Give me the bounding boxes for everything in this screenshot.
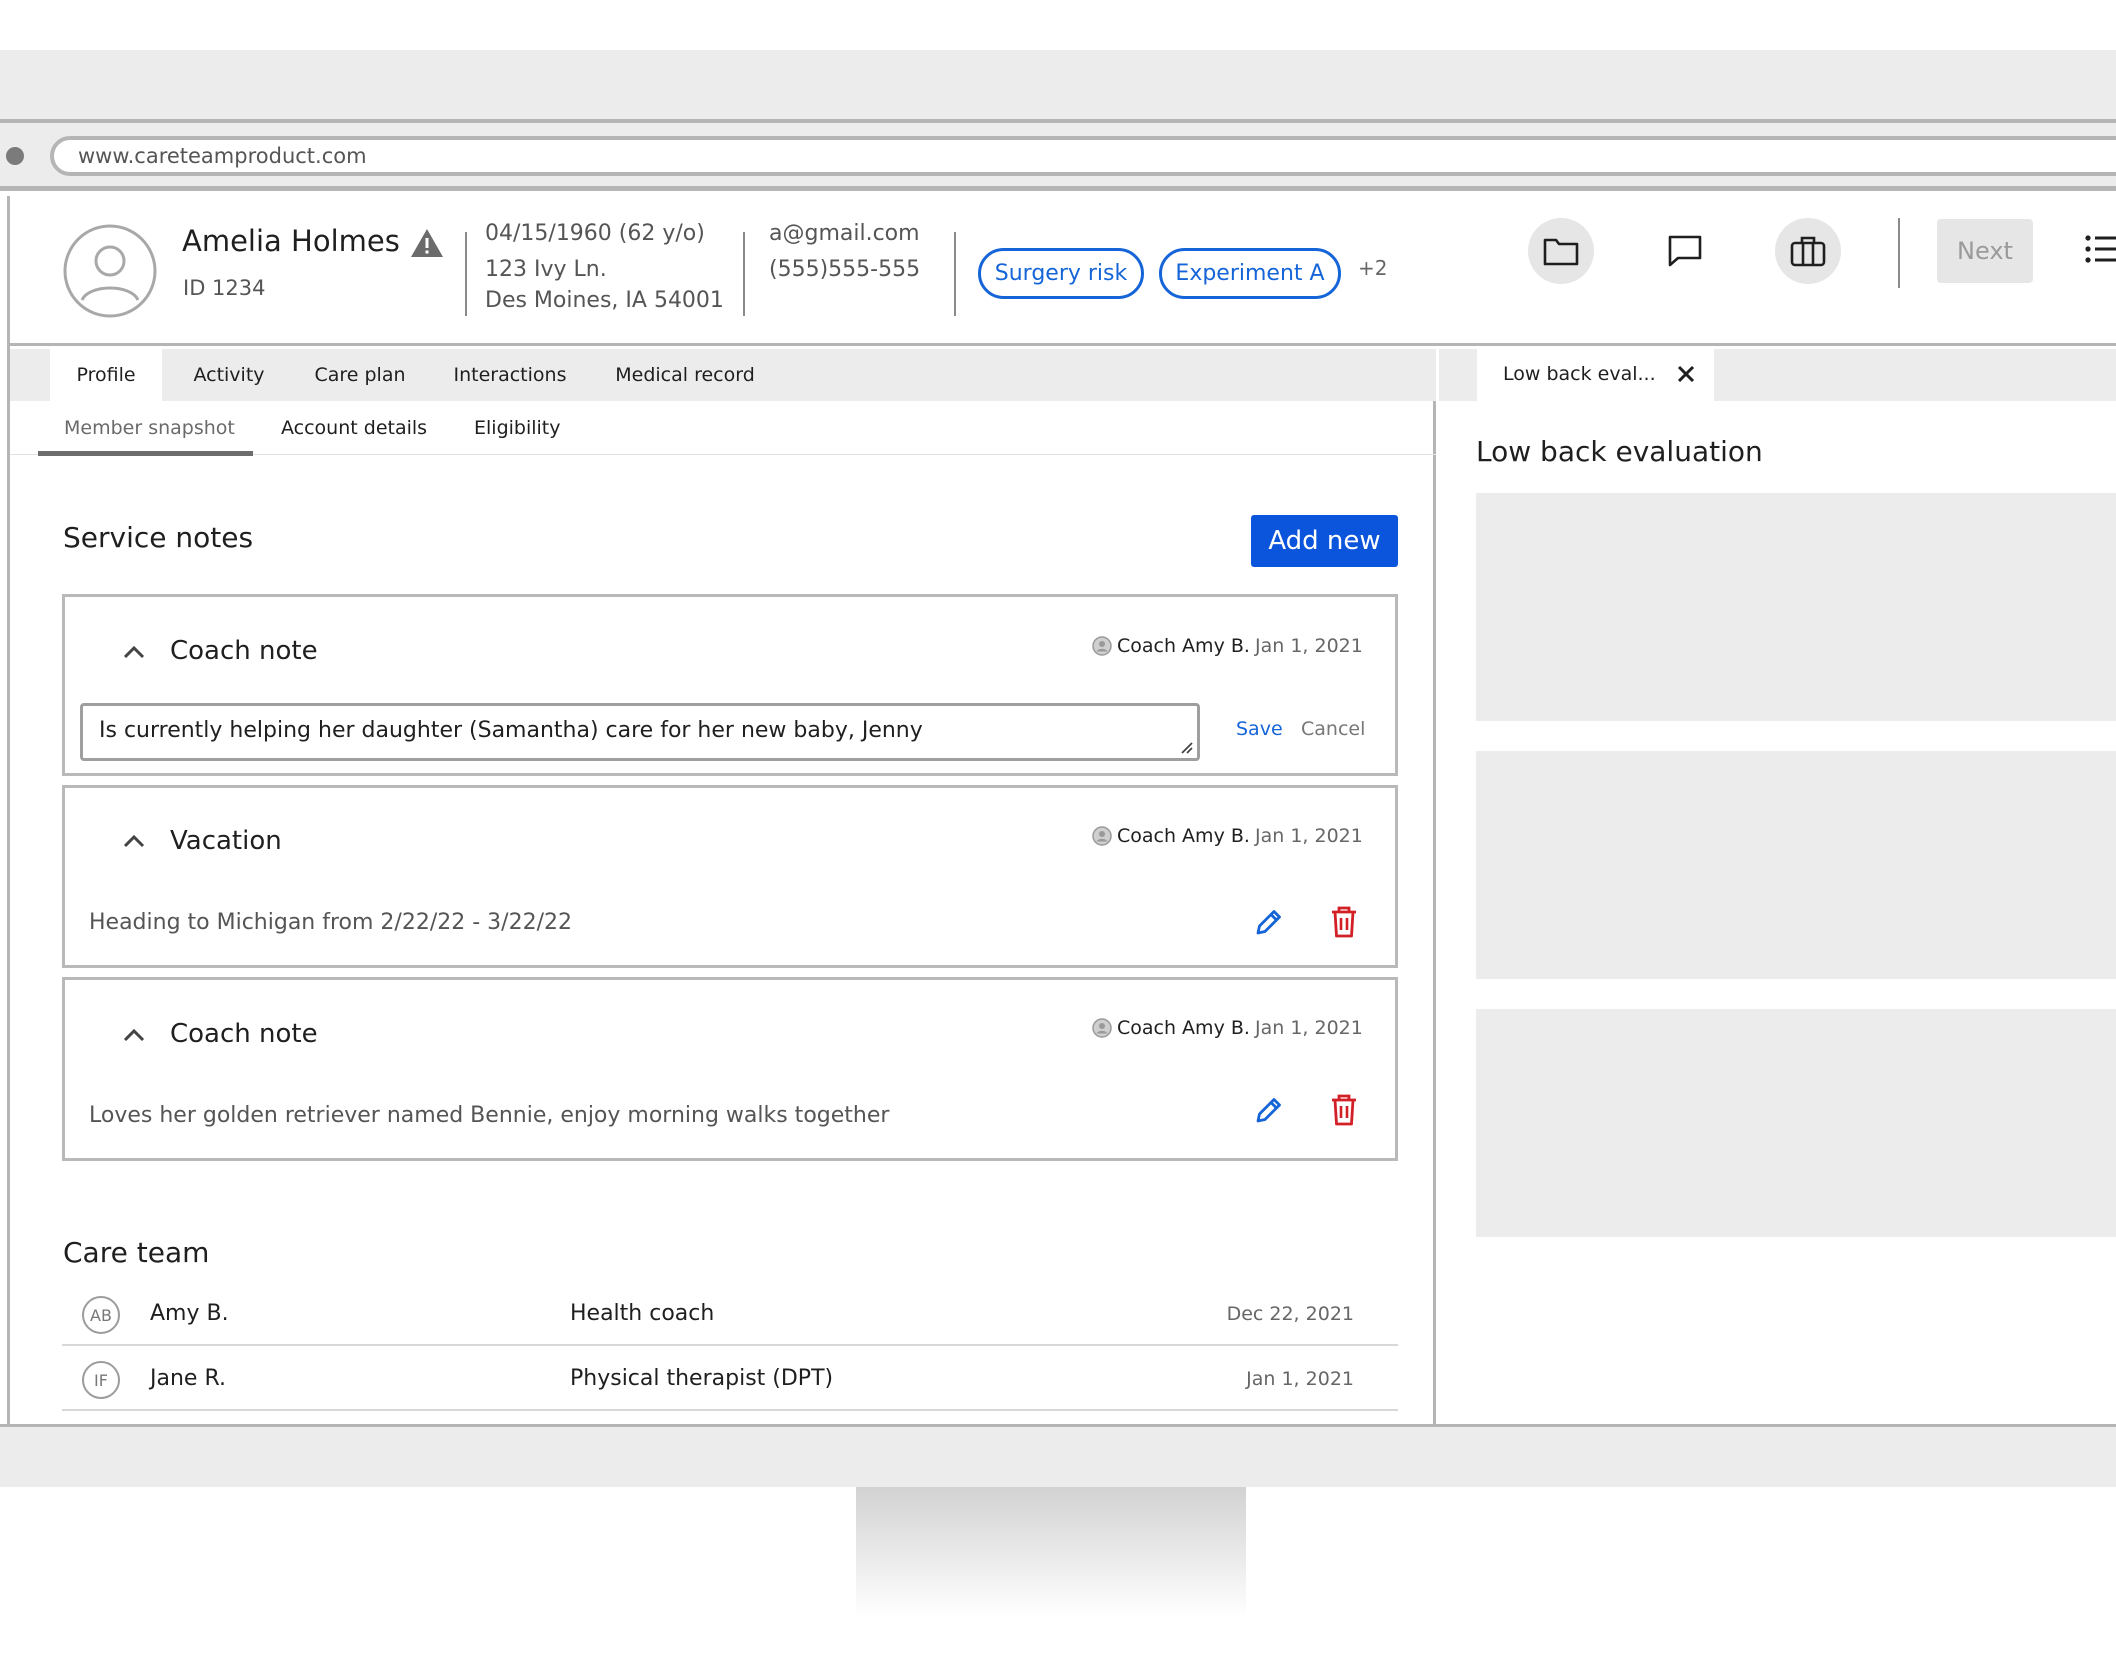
side-panel-title: Low back evaluation — [1476, 435, 1763, 468]
subtab-account-details[interactable]: Account details — [281, 417, 427, 439]
note-text-input[interactable]: Is currently helping her daughter (Saman… — [80, 703, 1200, 761]
care-team-title: Care team — [63, 1236, 210, 1269]
browser-dot — [6, 147, 24, 165]
address-bar[interactable]: www.careteamproduct.com — [50, 136, 2116, 176]
briefcase-icon — [1790, 236, 1826, 267]
member-demographics: 04/15/1960 (62 y/o) 123 Ivy Ln. Des Moin… — [485, 218, 724, 316]
tag-experiment-a[interactable]: Experiment A — [1159, 248, 1341, 299]
member-dob: 04/15/1960 (62 y/o) — [485, 221, 705, 246]
content-placeholder — [1476, 493, 2116, 721]
close-icon[interactable] — [1677, 365, 1695, 383]
content-placeholder — [1476, 751, 2116, 979]
folder-icon — [1543, 238, 1579, 266]
chevron-up-icon[interactable] — [123, 645, 145, 659]
briefcase-button[interactable] — [1775, 218, 1841, 284]
content-placeholder — [1476, 1009, 2116, 1237]
tag-surgery-risk[interactable]: Surgery risk — [978, 248, 1144, 299]
app-screen: Amelia Holmes ID 1234 04/15/1960 (62 y/o… — [7, 196, 2116, 1424]
tab-medical-record[interactable]: Medical record — [600, 349, 770, 401]
browser-address-row: www.careteamproduct.com — [0, 123, 2116, 191]
side-panel-tabs: Low back eval... — [1439, 349, 2116, 401]
folder-button[interactable] — [1528, 218, 1594, 284]
monitor-stand — [856, 1487, 1246, 1617]
service-notes-title: Service notes — [63, 521, 254, 554]
care-team-name: Jane R. — [150, 1366, 226, 1391]
tab-interactions[interactable]: Interactions — [440, 349, 580, 401]
service-note-card: Vacation Coach Amy B. Jan 1, 2021 Headin… — [62, 785, 1398, 968]
monitor-top-bezel — [0, 50, 2116, 123]
sub-tabs: Member snapshot Account details Eligibil… — [10, 401, 1436, 456]
edit-icon[interactable] — [1253, 906, 1285, 938]
edit-icon[interactable] — [1253, 1094, 1285, 1126]
care-team-row[interactable]: AB Amy B. Health coach Dec 22, 2021 — [62, 1282, 1398, 1346]
main-tabs: Profile Activity Care plan Interactions … — [10, 349, 1436, 401]
list-icon[interactable] — [2085, 234, 2116, 264]
user-circle-icon — [1092, 826, 1112, 846]
resize-handle-icon[interactable] — [1180, 741, 1194, 755]
care-team-date: Jan 1, 2021 — [1246, 1368, 1354, 1390]
divider — [743, 232, 745, 316]
trash-icon[interactable] — [1329, 905, 1359, 939]
monitor-bottom-bezel — [0, 1424, 2116, 1487]
tab-low-back-eval[interactable]: Low back eval... — [1477, 349, 1714, 401]
member-address-line1: 123 Ivy Ln. — [485, 257, 607, 282]
care-team-role: Physical therapist (DPT) — [570, 1366, 834, 1391]
more-tags-count[interactable]: +2 — [1358, 256, 1387, 280]
user-circle-icon — [1092, 636, 1112, 656]
note-author: Coach Amy B. — [1117, 825, 1250, 847]
note-date: Jan 1, 2021 — [1255, 635, 1363, 657]
care-team-date: Dec 22, 2021 — [1226, 1303, 1354, 1325]
note-text: Loves her golden retriever named Bennie,… — [89, 1103, 890, 1128]
member-header: Amelia Holmes ID 1234 04/15/1960 (62 y/o… — [10, 196, 2116, 346]
tab-profile[interactable]: Profile — [50, 349, 162, 401]
service-note-card: Coach note Coach Amy B. Jan 1, 2021 Love… — [62, 977, 1398, 1161]
member-contact: a@gmail.com (555)555-555 — [769, 218, 920, 285]
chat-button[interactable] — [1652, 218, 1718, 284]
warning-icon[interactable] — [410, 228, 444, 258]
member-id: ID 1234 — [183, 276, 266, 300]
note-title: Coach note — [170, 1019, 318, 1049]
cancel-button[interactable]: Cancel — [1301, 718, 1365, 740]
user-circle-icon — [1092, 1018, 1112, 1038]
side-tab-label: Low back eval... — [1503, 363, 1656, 385]
divider — [954, 232, 956, 316]
next-button[interactable]: Next — [1937, 219, 2033, 283]
chat-icon — [1668, 235, 1702, 267]
note-title: Vacation — [170, 826, 282, 856]
subtab-active-indicator — [38, 451, 253, 456]
note-date: Jan 1, 2021 — [1255, 1017, 1363, 1039]
member-phone: (555)555-555 — [769, 257, 921, 282]
care-team-row[interactable]: IF Jane R. Physical therapist (DPT) Jan … — [62, 1347, 1398, 1411]
note-date: Jan 1, 2021 — [1255, 825, 1363, 847]
member-initials-avatar: IF — [82, 1361, 120, 1399]
care-team-name: Amy B. — [150, 1301, 229, 1326]
service-note-card: Coach note Coach Amy B. Jan 1, 2021 Is c… — [62, 594, 1398, 776]
subtab-member-snapshot[interactable]: Member snapshot — [64, 417, 235, 439]
avatar-icon — [63, 224, 157, 318]
member-email: a@gmail.com — [769, 221, 920, 246]
tab-activity[interactable]: Activity — [180, 349, 278, 401]
profile-panel: Profile Activity Care plan Interactions … — [10, 349, 1436, 1424]
side-panel: Low back eval... Low back evaluation — [1439, 349, 2116, 1424]
divider — [465, 232, 467, 316]
note-text: Heading to Michigan from 2/22/22 - 3/22/… — [89, 910, 572, 935]
note-author: Coach Amy B. — [1117, 635, 1250, 657]
divider — [1898, 218, 1900, 288]
save-button[interactable]: Save — [1236, 718, 1283, 740]
chevron-up-icon[interactable] — [123, 1028, 145, 1042]
member-initials-avatar: AB — [82, 1296, 120, 1334]
url-text: www.careteamproduct.com — [78, 144, 367, 168]
subtab-eligibility[interactable]: Eligibility — [474, 417, 561, 439]
trash-icon[interactable] — [1329, 1093, 1359, 1127]
note-title: Coach note — [170, 636, 318, 666]
tab-care-plan[interactable]: Care plan — [300, 349, 420, 401]
member-name: Amelia Holmes — [182, 224, 400, 258]
chevron-up-icon[interactable] — [123, 834, 145, 848]
note-author: Coach Amy B. — [1117, 1017, 1250, 1039]
add-new-button[interactable]: Add new — [1251, 515, 1398, 567]
member-address-line2: Des Moines, IA 54001 — [485, 288, 724, 313]
note-input-value: Is currently helping her daughter (Saman… — [99, 718, 923, 743]
care-team-role: Health coach — [570, 1301, 715, 1326]
